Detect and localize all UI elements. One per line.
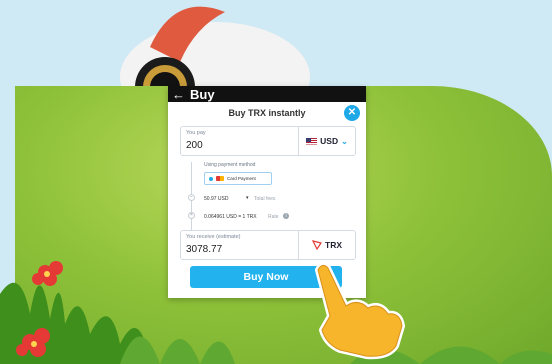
red-flowers (16, 261, 63, 357)
tron-logo-icon (312, 240, 322, 250)
you-receive-value: 3078.77 (186, 244, 223, 255)
currency-select-usd[interactable]: USD ⌄ (298, 127, 355, 155)
receive-currency-code: TRX (325, 240, 342, 250)
card-icon (216, 176, 224, 181)
payment-method-label: Using payment method (204, 162, 256, 168)
rate-value: 0.064961 USD = 1 TRX (204, 214, 257, 220)
currency-code: USD (320, 136, 339, 146)
close-icon[interactable]: ✕ (344, 105, 360, 121)
currency-select-trx[interactable]: TRX (298, 231, 355, 259)
pointing-hand-icon (315, 262, 405, 360)
info-icon[interactable]: i (283, 213, 289, 219)
payment-method-option[interactable]: Card Payment (204, 172, 272, 185)
you-receive-label: You receive (estimate) (186, 234, 241, 240)
rate-label: Rate (268, 214, 279, 220)
minus-icon: − (188, 194, 195, 201)
illustration-scene: ← Buy Buy TRX instantly ✕ You pay 200 US… (0, 0, 552, 364)
fees-label: Total fees (254, 196, 276, 202)
you-pay-input[interactable]: 200 (186, 140, 203, 151)
screen-title: Buy (190, 86, 215, 102)
chevron-down-icon: ⌄ (341, 136, 348, 146)
multiply-icon: × (188, 212, 195, 219)
top-bar: ← Buy (168, 86, 366, 102)
caret-down-icon: ▾ (246, 195, 249, 201)
arrow-left-icon[interactable]: ← (172, 88, 185, 101)
you-pay-field[interactable]: You pay 200 USD ⌄ (180, 126, 356, 156)
you-pay-label: You pay (186, 130, 206, 136)
us-flag-icon (306, 137, 318, 145)
you-receive-field: You receive (estimate) 3078.77 TRX (180, 230, 356, 260)
radio-selected-icon (209, 176, 213, 181)
modal-title: Buy TRX instantly (228, 108, 306, 118)
payment-method-name: Card Payment (227, 176, 256, 181)
fees-value: 50.97 USD (204, 196, 229, 202)
